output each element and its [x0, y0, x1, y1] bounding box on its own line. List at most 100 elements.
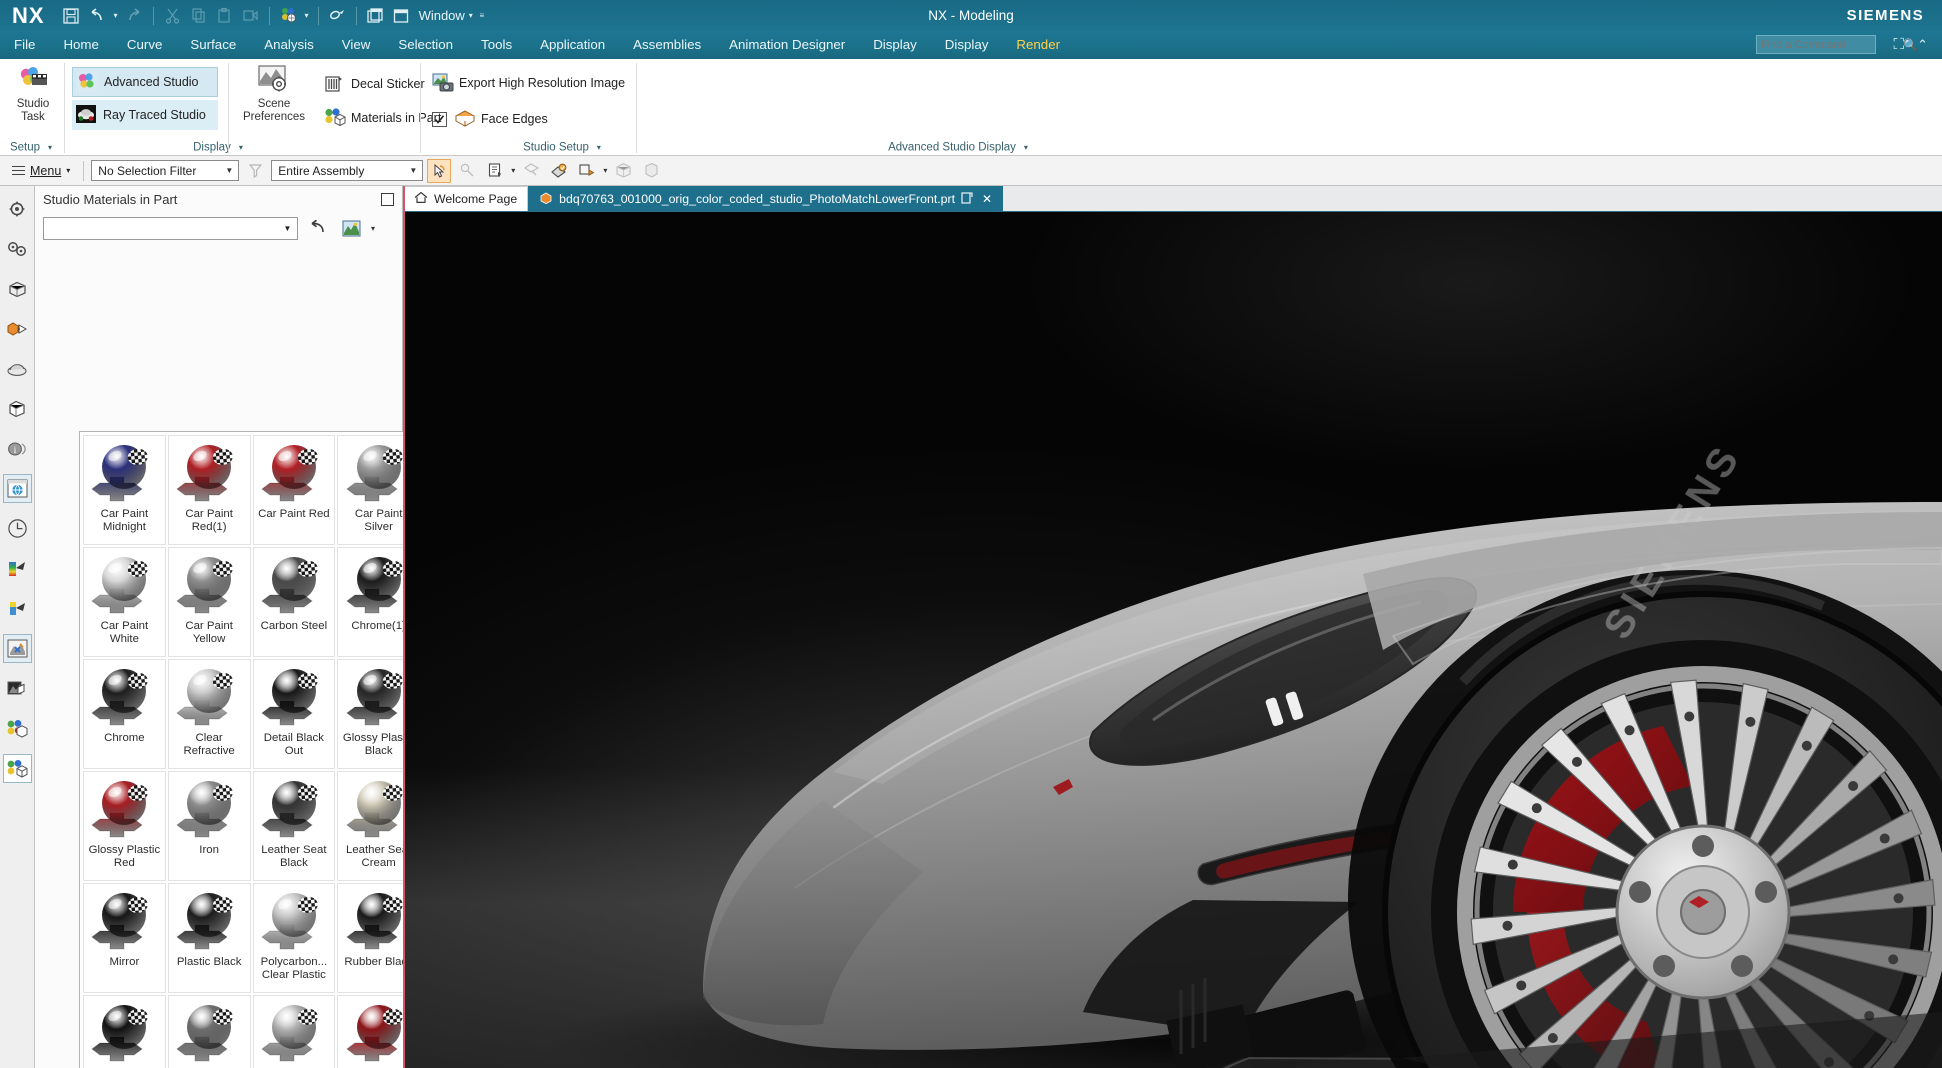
material-swatch-cell[interactable]: Polycarbon... Clear Plastic	[252, 883, 336, 993]
tab-display-2[interactable]: Display	[931, 31, 1003, 59]
window-menu-label[interactable]: Window	[419, 8, 465, 23]
palette-dropdown-arrow[interactable]: ▾	[302, 11, 312, 20]
tab-animation-designer[interactable]: Animation Designer	[715, 31, 859, 59]
material-swatch-cell[interactable]: Car Paint Yellow	[167, 547, 251, 657]
search-icon[interactable]: 🔍	[1903, 38, 1918, 52]
advanced-studio-button[interactable]: Advanced Studio	[72, 67, 218, 97]
main-menu-button[interactable]: Menu ▾	[6, 164, 76, 178]
material-swatch-cell[interactable]: Carbon Steel	[252, 547, 336, 657]
display-mode-icon[interactable]	[338, 216, 364, 240]
command-search-box[interactable]: 🔍	[1756, 35, 1918, 54]
reuse-library-icon[interactable]	[3, 314, 32, 343]
material-swatch-cell[interactable]: Iron	[167, 771, 251, 881]
material-swatch-cell[interactable]: Car Paint Red	[252, 435, 336, 545]
group-expand-arrow[interactable]: ▾	[597, 143, 601, 152]
chevron-down-icon[interactable]: ▼	[220, 166, 238, 175]
color-palette-icon[interactable]	[276, 3, 301, 28]
face-edges-checkbox[interactable]	[432, 111, 447, 127]
system-backgrounds-icon[interactable]	[3, 674, 32, 703]
tab-application[interactable]: Application	[526, 31, 619, 59]
tab-render[interactable]: Render	[1002, 31, 1074, 59]
tab-curve[interactable]: Curve	[113, 31, 176, 59]
material-swatch-cell[interactable]: Mirror	[83, 883, 166, 993]
material-swatch-cell[interactable]: Steel Annealed	[167, 995, 251, 1068]
show-hidden-objects-icon[interactable]	[575, 159, 599, 183]
ray-traced-studio-icon	[76, 105, 96, 125]
tab-assemblies[interactable]: Assemblies	[619, 31, 715, 59]
materials-in-part-icon	[324, 108, 346, 128]
system-visual-icon[interactable]	[2, 634, 32, 663]
window-icon[interactable]	[389, 3, 414, 28]
material-swatch-cell[interactable]: Plastic Black	[167, 883, 251, 993]
history-clock-icon[interactable]	[3, 514, 32, 543]
tab-analysis[interactable]: Analysis	[250, 31, 328, 59]
hd3d-tools-icon[interactable]	[3, 354, 32, 383]
studio-materials-in-part-icon[interactable]	[2, 754, 32, 783]
group-expand-arrow[interactable]: ▾	[48, 143, 52, 152]
qat-overflow-icon[interactable]: ≡	[477, 11, 487, 20]
select-component-icon[interactable]	[483, 159, 507, 183]
collapse-ribbon-icon[interactable]: ⌃	[1917, 37, 1928, 53]
constraint-navigator-icon[interactable]	[3, 234, 32, 263]
select-general-objects-icon[interactable]	[427, 158, 452, 183]
material-swatch-cell[interactable]: Glossy Plastic Red	[83, 771, 166, 881]
tab-surface[interactable]: Surface	[176, 31, 250, 59]
graphics-viewport[interactable]: SIEMENS SIEMENS	[403, 212, 1942, 1068]
refresh-icon[interactable]	[305, 216, 331, 240]
group-expand-arrow[interactable]: ▾	[1024, 143, 1028, 152]
face-edges-toggle[interactable]: Face Edges	[428, 104, 632, 134]
export-high-resolution-image-button[interactable]: Export High Resolution Image	[428, 68, 632, 98]
scene-preferences-button[interactable]: Scene Preferences	[236, 59, 312, 124]
system-studio-materials-icon[interactable]	[3, 714, 32, 743]
tile-windows-icon[interactable]	[363, 3, 388, 28]
material-swatch-cell[interactable]: Car Paint Midnight	[83, 435, 166, 545]
search-input[interactable]	[1757, 38, 1903, 51]
material-swatch-cell[interactable]: Leather Seat Black	[252, 771, 336, 881]
assembly-navigator-icon[interactable]	[3, 194, 32, 223]
component-dropdown-arrow[interactable]: ▾	[511, 166, 515, 175]
fullscreen-icon[interactable]: ⛶	[1893, 36, 1904, 53]
tab-home[interactable]: Home	[49, 31, 112, 59]
window-dropdown-arrow[interactable]: ▾	[466, 11, 476, 20]
material-swatch-cell[interactable]: Car Paint White	[83, 547, 166, 657]
material-swatch-cell[interactable]: Detail Black Out	[252, 659, 336, 769]
history-info-icon[interactable]: i	[3, 434, 32, 463]
tab-display-1[interactable]: Display	[859, 31, 931, 59]
save-icon[interactable]	[59, 3, 84, 28]
panel-pin-icon[interactable]	[381, 192, 394, 206]
tab-part-document[interactable]: bdq70763_001000_orig_color_coded_studio_…	[528, 186, 1004, 211]
highlight-hidden-icon[interactable]	[547, 159, 571, 183]
chevron-down-icon[interactable]: ▼	[278, 224, 297, 233]
selection-scope-dropdown[interactable]: Entire Assembly ▼	[271, 160, 424, 181]
selection-filter-dropdown[interactable]: No Selection Filter ▼	[91, 160, 240, 181]
material-filter-dropdown[interactable]: ▼	[43, 216, 298, 240]
material-swatch-cell[interactable]: Car Paint Red(1)	[167, 435, 251, 545]
decal-sticker-button[interactable]: Decal Sticker	[320, 69, 433, 99]
system-scenes-icon[interactable]	[3, 594, 32, 623]
tab-detach-icon[interactable]	[961, 191, 973, 207]
part-navigator-icon[interactable]	[3, 274, 32, 303]
display-mode-dropdown-arrow[interactable]: ▾	[371, 224, 375, 233]
undo-dropdown-arrow[interactable]: ▾	[111, 11, 121, 20]
material-swatch-cell[interactable]: Steel	[252, 995, 336, 1068]
material-swatch-cell[interactable]: Smoked Glass	[83, 995, 166, 1068]
system-materials-icon[interactable]	[3, 554, 32, 583]
tab-close-icon[interactable]: ✕	[982, 192, 992, 206]
cut-icon	[160, 3, 185, 28]
group-expand-arrow[interactable]: ▾	[239, 143, 243, 152]
chevron-down-icon[interactable]: ▼	[404, 166, 422, 175]
web-browser-icon[interactable]	[3, 394, 32, 423]
tab-file[interactable]: File	[0, 31, 49, 59]
hidden-dropdown-arrow[interactable]: ▾	[603, 166, 607, 175]
tab-selection[interactable]: Selection	[384, 31, 467, 59]
internet-explorer-icon[interactable]	[2, 474, 32, 503]
material-swatch-cell[interactable]: Chrome	[83, 659, 166, 769]
undo-icon[interactable]	[85, 3, 110, 28]
ray-traced-studio-button[interactable]: Ray Traced Studio	[72, 100, 218, 130]
link-icon[interactable]	[325, 3, 350, 28]
material-swatch-cell[interactable]: Clear Refractive	[167, 659, 251, 769]
studio-task-button[interactable]: Studio Task	[0, 59, 66, 124]
tab-welcome-page[interactable]: Welcome Page	[403, 186, 529, 211]
tab-view[interactable]: View	[328, 31, 385, 59]
tab-tools[interactable]: Tools	[467, 31, 526, 59]
